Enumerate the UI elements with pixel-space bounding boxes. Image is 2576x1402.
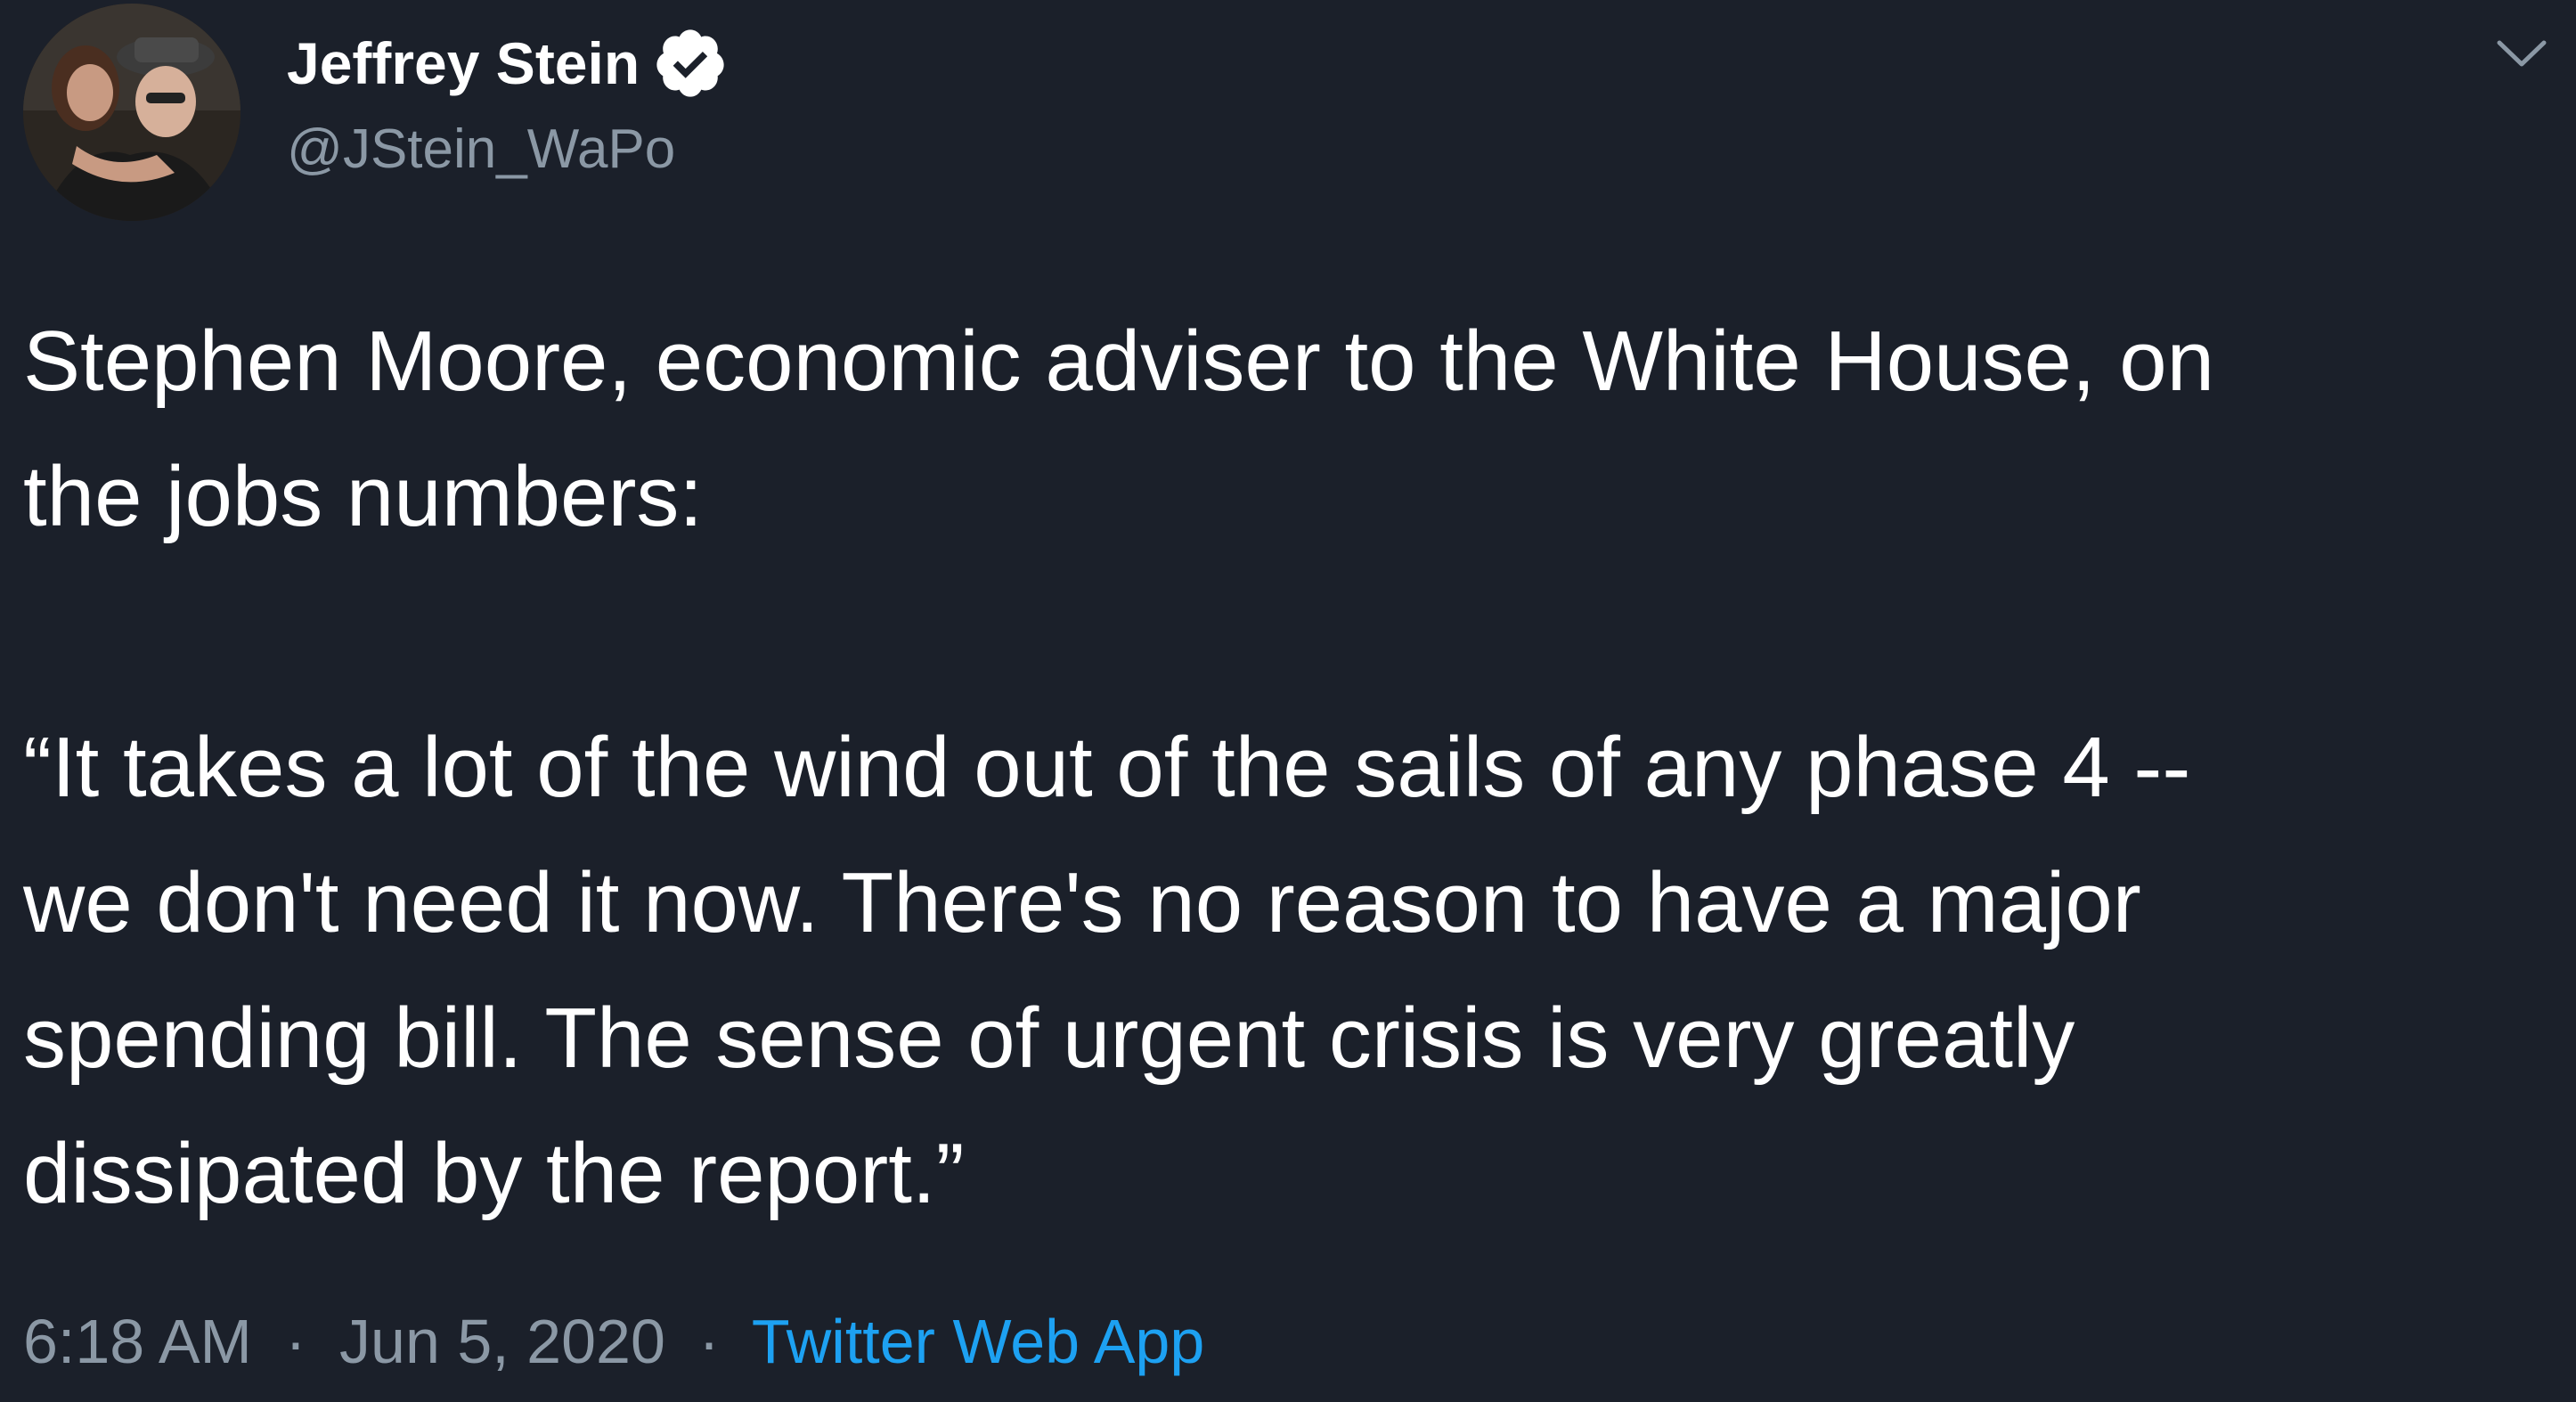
tweet-meta: 6:18 AM · Jun 5, 2020 · Twitter Web App — [23, 1297, 1204, 1386]
tweet-time[interactable]: 6:18 AM — [23, 1307, 252, 1376]
profile-photo-icon — [23, 4, 240, 221]
verified-badge-icon — [652, 25, 729, 102]
author-handle[interactable]: @JStein_WaPo — [287, 114, 675, 185]
avatar[interactable] — [23, 4, 240, 221]
meta-separator: · — [698, 1307, 720, 1376]
chevron-down-icon[interactable] — [2494, 30, 2549, 75]
source-link[interactable]: Twitter Web App — [752, 1307, 1204, 1376]
author-name[interactable]: Jeffrey Stein — [287, 28, 640, 99]
author-name-row[interactable]: Jeffrey Stein — [287, 25, 729, 102]
meta-separator: · — [285, 1307, 306, 1376]
tweet-card: Jeffrey Stein @JStein_WaPo Stephen Moore… — [0, 0, 2576, 1402]
tweet-date[interactable]: Jun 5, 2020 — [339, 1307, 665, 1376]
tweet-paragraph-2: “It takes a lot of the wind out of the s… — [23, 720, 2191, 1221]
tweet-body: Stephen Moore, economic adviser to the W… — [23, 294, 2544, 1242]
tweet-paragraph-1: Stephen Moore, economic adviser to the W… — [23, 314, 2214, 544]
